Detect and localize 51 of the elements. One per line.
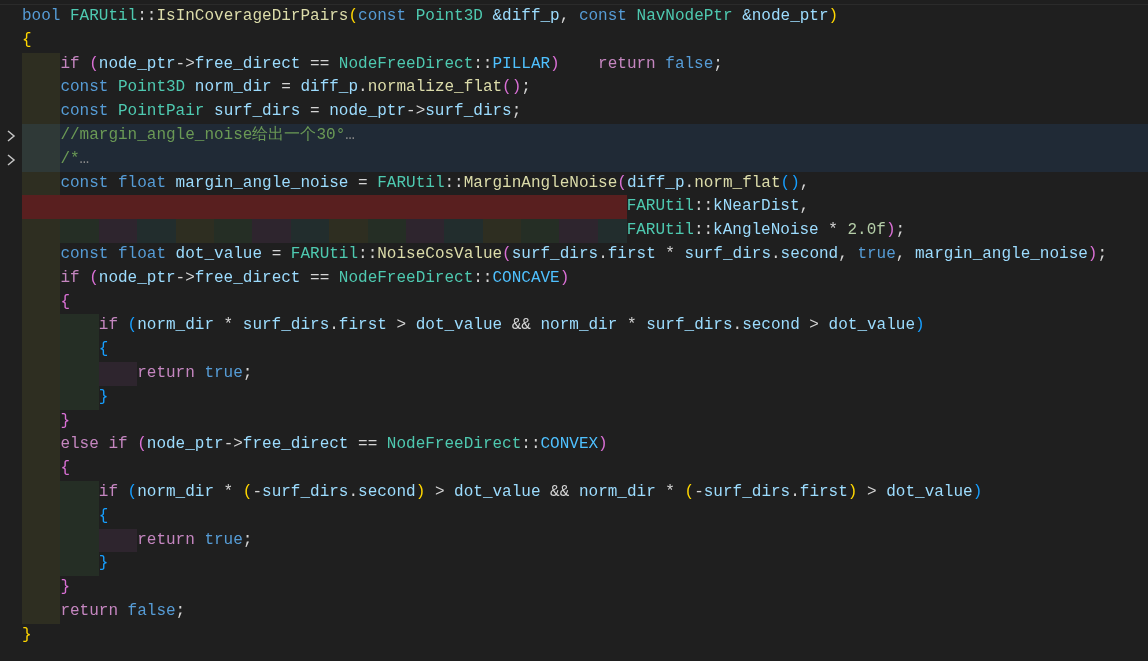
indent-guide <box>252 219 291 243</box>
indent-guide <box>597 219 627 243</box>
chevron-right-icon[interactable] <box>6 128 16 143</box>
indent-guide <box>482 219 522 243</box>
code-line: } <box>98 386 109 408</box>
code-line: const float margin_angle_noise = FARUtil::MarginAngleNoise(diff_p.norm_flat(), <box>60 172 810 194</box>
code-line: FARUtil::kNearDist, <box>626 196 810 218</box>
indent-guide <box>60 219 99 243</box>
code-line: const Point3D norm_dir = diff_p.normalize_flat(); <box>60 77 531 99</box>
code-line: { <box>60 458 70 480</box>
code-line: { <box>22 29 32 51</box>
indent-guide <box>175 219 214 243</box>
indent-guide <box>137 219 176 243</box>
code-line: if (node_ptr->free_direct == NodeFreeDirect::CONCAVE) <box>60 267 570 289</box>
code-line: if (node_ptr->free_direct == NodeFreeDirect::PILLAR) return false; <box>60 53 723 75</box>
code-line: const PointPair surf_dirs = node_ptr->surf_dirs; <box>60 101 522 123</box>
code-line: /*… <box>60 148 90 170</box>
code-line: } <box>98 553 109 575</box>
code-line: if (norm_dir * surf_dirs.first > dot_value && norm_dir * surf_dirs.second > dot_value) <box>98 315 925 337</box>
code-line: const float dot_value = FARUtil::NoiseCosValue(surf_dirs.first * surf_dirs.second, true, margin_angle_noise); <box>60 243 1108 265</box>
code-line: bool FARUtil::IsInCoverageDirPairs(const Point3D &diff_p, const NavNodePtr &node_ptr) <box>22 6 839 27</box>
indent-guide <box>597 195 627 220</box>
chevron-right-icon[interactable] <box>6 152 16 167</box>
indent-guide <box>22 147 61 172</box>
code-line: } <box>60 577 70 599</box>
indent-guide <box>98 219 138 243</box>
code-line: if (norm_dir * (-surf_dirs.second) > dot_value && norm_dir * (-surf_dirs.first) > dot_value) <box>98 481 983 503</box>
code-line: } <box>60 410 70 432</box>
code-line: return true; <box>137 529 253 551</box>
indent-guide <box>22 124 61 148</box>
code-line: return false; <box>60 600 186 622</box>
code-line: { <box>98 339 109 361</box>
code-line: else if (node_ptr->free_direct == NodeFreeDirect::CONVEX) <box>60 434 608 456</box>
indent-guide <box>521 219 560 243</box>
indent-guide <box>22 219 61 243</box>
indent-guide <box>559 219 598 243</box>
code-line: { <box>60 291 70 313</box>
indent-guide <box>22 100 61 124</box>
code-line: FARUtil::kAngleNoise * 2.0f); <box>626 220 906 242</box>
indent-guide <box>329 219 368 243</box>
code-line: return true; <box>137 362 253 384</box>
indent-guide <box>405 219 445 243</box>
indent-guide <box>22 171 61 196</box>
code-line: //margin_angle_noise给出一个30°… <box>60 125 355 146</box>
indent-guide <box>290 219 330 243</box>
indent-guide <box>213 219 253 243</box>
code-line: { <box>98 505 109 527</box>
code-line: } <box>22 624 32 646</box>
indent-guide <box>367 219 406 243</box>
indent-guide <box>444 219 483 243</box>
indent-guide <box>22 195 61 220</box>
